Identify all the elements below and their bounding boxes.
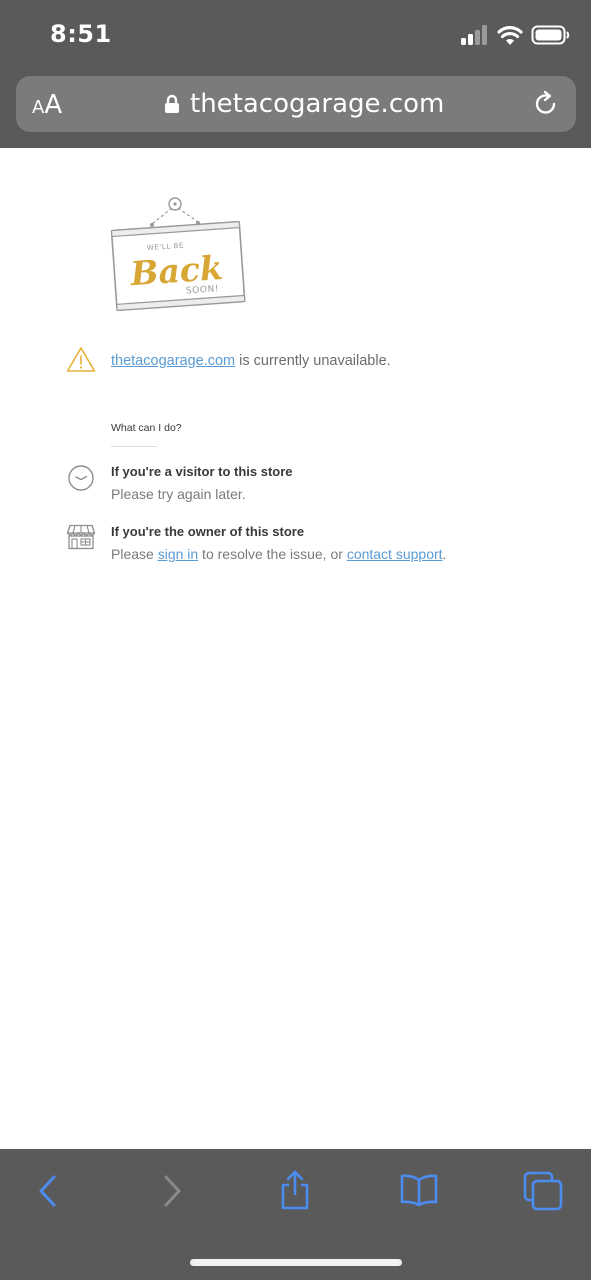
share-icon[interactable] <box>278 1169 312 1211</box>
tabs-icon[interactable] <box>523 1171 563 1211</box>
status-time: 8:51 <box>50 20 112 48</box>
warning-icon <box>66 347 96 372</box>
lock-icon <box>165 94 179 113</box>
browser-top-chrome: 8:51 AA thetacogarage.com <box>0 0 591 148</box>
url-field[interactable]: thetacogarage.com <box>164 88 444 120</box>
url-text: thetacogarage.com <box>190 89 445 119</box>
contact-support-link[interactable]: contact support <box>347 546 443 562</box>
text-size-button[interactable]: AA <box>32 90 62 120</box>
what-can-i-do-heading: What can I do? <box>111 422 182 434</box>
owner-title: If you're the owner of this store <box>111 524 305 539</box>
visitor-description: Please try again later. <box>111 486 246 502</box>
home-indicator[interactable] <box>190 1259 402 1266</box>
address-bar[interactable]: AA thetacogarage.com <box>16 76 576 132</box>
sign-in-link[interactable]: sign in <box>158 546 198 562</box>
back-soon-sign-illustration: WE'LL BE Back SOON! <box>110 197 246 312</box>
browser-bottom-toolbar <box>0 1149 591 1280</box>
back-icon[interactable] <box>34 1173 62 1209</box>
battery-icon <box>531 25 570 45</box>
owner-description: Please sign in to resolve the issue, or … <box>111 546 447 562</box>
status-icons <box>461 24 571 50</box>
reload-icon[interactable] <box>532 90 560 118</box>
bookmarks-icon[interactable] <box>400 1173 438 1207</box>
clock-icon <box>68 465 94 491</box>
store-icon <box>66 524 96 550</box>
domain-link[interactable]: thetacogarage.com <box>111 353 235 369</box>
wifi-icon <box>497 26 523 45</box>
visitor-title: If you're a visitor to this store <box>111 464 293 479</box>
notice-text: thetacogarage.com is currently unavailab… <box>111 353 391 369</box>
forward-icon[interactable] <box>158 1173 186 1209</box>
heading-divider <box>111 446 157 447</box>
cellular-signal-icon <box>461 25 487 45</box>
